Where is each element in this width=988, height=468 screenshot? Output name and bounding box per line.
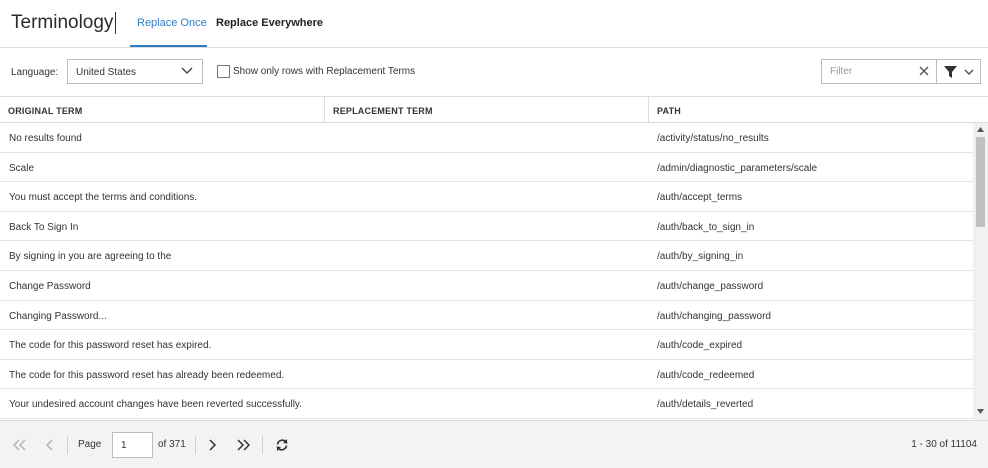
results-range-label: 1 - 30 of 11104 (911, 439, 977, 450)
table-row[interactable]: By signing in you are agreeing to the /a… (0, 241, 973, 271)
active-tab-indicator (130, 45, 207, 47)
original-term-cell: Change Password (9, 280, 91, 292)
scrollbar-thumb[interactable] (976, 137, 985, 227)
page-label: Page (78, 439, 102, 450)
vertical-scrollbar[interactable] (973, 123, 988, 420)
original-term-cell: Back To Sign In (9, 221, 79, 233)
scroll-down-icon[interactable] (977, 409, 984, 414)
path-cell: /auth/code_expired (657, 340, 743, 352)
show-only-checkbox[interactable] (217, 65, 230, 78)
language-label: Language: (11, 67, 59, 78)
path-cell: /auth/changing_password (657, 310, 771, 322)
previous-page-icon[interactable] (45, 439, 53, 451)
path-cell: /activity/status/no_results (657, 133, 769, 144)
column-header-original-term[interactable]: ORIGINAL TERM (0, 97, 325, 123)
table-header: ORIGINAL TERM REPLACEMENT TERM PATH (0, 97, 988, 123)
table-row[interactable]: The code for this password reset has exp… (0, 330, 973, 360)
table-body: No results found /activity/status/no_res… (0, 123, 973, 420)
path-cell: /auth/by_signing_in (657, 251, 744, 263)
scroll-up-icon[interactable] (977, 127, 984, 132)
language-value: United States (76, 67, 137, 78)
pagination-bar: Page of 371 1 - 30 of 11104 (0, 420, 988, 468)
table-row[interactable]: Change Password /auth/change_password (0, 271, 973, 301)
title-divider (115, 12, 116, 34)
funnel-icon (944, 66, 957, 78)
original-term-cell: By signing in you are agreeing to the (9, 251, 172, 263)
filter-options-button[interactable] (936, 59, 981, 84)
pager-divider (195, 436, 196, 454)
original-term-cell: You must accept the terms and conditions… (9, 192, 198, 204)
chevron-down-icon (181, 67, 193, 74)
original-term-cell: The code for this password reset has alr… (9, 369, 285, 381)
path-cell: /auth/accept_terms (657, 192, 743, 204)
original-term-cell: Your undesired account changes have been… (9, 399, 302, 411)
chevron-down-icon (964, 69, 974, 75)
path-cell: /auth/change_password (657, 280, 764, 292)
table-row[interactable]: No results found /activity/status/no_res… (0, 123, 973, 153)
show-only-label[interactable]: Show only rows with Replacement Terms (233, 66, 415, 77)
last-page-icon[interactable] (236, 439, 250, 451)
app-header: Terminology Replace Once Replace Everywh… (0, 0, 988, 48)
tab-replace-everywhere[interactable]: Replace Everywhere (216, 17, 323, 48)
original-term-cell: No results found (9, 133, 82, 144)
refresh-icon[interactable] (275, 438, 289, 452)
pager-divider (67, 436, 68, 454)
table-row[interactable]: You must accept the terms and conditions… (0, 182, 973, 212)
first-page-icon[interactable] (13, 439, 27, 451)
table-row[interactable]: Scale /admin/diagnostic_parameters/scale (0, 153, 973, 183)
next-page-icon[interactable] (209, 439, 217, 451)
table-row[interactable]: The code for this password reset has alr… (0, 360, 973, 390)
page-title: Terminology (11, 12, 114, 33)
path-cell: /auth/back_to_sign_in (657, 221, 755, 233)
pager-divider (262, 436, 263, 454)
column-header-replacement-term[interactable]: REPLACEMENT TERM (325, 97, 649, 123)
language-select[interactable]: United States (67, 59, 203, 84)
page-number-input[interactable] (112, 432, 153, 458)
original-term-cell: Changing Password... (9, 310, 107, 322)
path-cell: /auth/code_redeemed (657, 369, 755, 381)
tab-replace-once[interactable]: Replace Once (137, 17, 207, 48)
total-pages-label: of 371 (158, 439, 186, 450)
original-term-cell: Scale (9, 162, 35, 174)
column-header-path[interactable]: PATH (649, 97, 988, 123)
close-icon[interactable] (918, 65, 930, 77)
table-row[interactable]: Back To Sign In /auth/back_to_sign_in (0, 212, 973, 242)
original-term-cell: The code for this password reset has exp… (9, 340, 212, 352)
toolbar: Language: United States Show only rows w… (0, 48, 988, 97)
path-cell: /admin/diagnostic_parameters/scale (657, 162, 818, 174)
path-cell: /auth/details_reverted (657, 399, 754, 411)
table-row[interactable]: Your undesired account changes have been… (0, 389, 973, 419)
table-row[interactable]: Changing Password... /auth/changing_pass… (0, 301, 973, 331)
